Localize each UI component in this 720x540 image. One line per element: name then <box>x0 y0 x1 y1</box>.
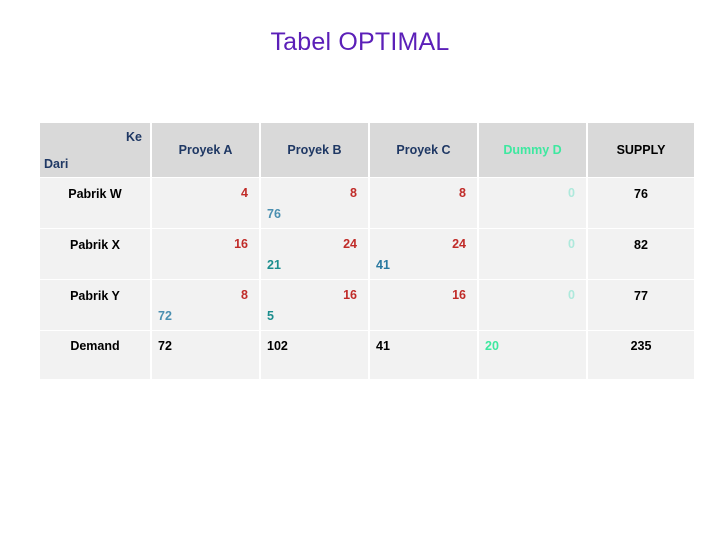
alloc-y-b: 5 <box>267 309 274 323</box>
supply-cell-w: 76 <box>588 178 694 228</box>
row-label-x: Pabrik X <box>69 238 121 252</box>
cell-inner-y-c: 16 <box>370 280 477 330</box>
header-label-proyek-b: Proyek B <box>287 143 342 157</box>
transportation-table-container: Ke Dari Proyek A Proyek B Proyek C Dummy… <box>38 122 694 380</box>
cell-w-a: 4 <box>152 178 259 228</box>
supply-value-y: 77 <box>634 289 648 303</box>
page-title: Tabel OPTIMAL <box>270 28 450 56</box>
demand-value-a: 72 <box>158 339 172 353</box>
supply-value-w: 76 <box>634 187 648 201</box>
cost-x-c: 24 <box>452 237 466 251</box>
cell-inner-x-d: 0 <box>479 229 586 279</box>
slide-canvas: Tabel OPTIMAL Ke Dari Proyek A Proyek B … <box>0 0 720 540</box>
cell-y-d: 0 <box>479 280 586 330</box>
alloc-y-a: 72 <box>158 309 172 323</box>
transportation-table: Ke Dari Proyek A Proyek B Proyek C Dummy… <box>38 122 696 380</box>
cell-w-d: 0 <box>479 178 586 228</box>
cell-x-a: 16 <box>152 229 259 279</box>
header-label-supply: SUPPLY <box>616 143 666 157</box>
row-label-cell-x: Pabrik X <box>40 229 150 279</box>
cell-inner-x-c: 24 41 <box>370 229 477 279</box>
cost-y-a: 8 <box>241 288 248 302</box>
cost-y-c: 16 <box>452 288 466 302</box>
header-col-proyek-b: Proyek B <box>261 123 368 177</box>
cell-inner-x-a: 16 <box>152 229 259 279</box>
demand-total-cell: 235 <box>588 331 694 379</box>
cell-inner-y-a: 8 72 <box>152 280 259 330</box>
cell-y-b: 16 5 <box>261 280 368 330</box>
cell-inner-x-b: 24 21 <box>261 229 368 279</box>
cost-w-c: 8 <box>459 186 466 200</box>
header-label-proyek-c: Proyek C <box>396 143 451 157</box>
cost-x-b: 24 <box>343 237 357 251</box>
row-label-cell-w: Pabrik W <box>40 178 150 228</box>
table-row: Pabrik Y 8 72 16 5 16 0 77 <box>40 280 694 330</box>
demand-label: Demand <box>70 339 120 353</box>
supply-value-x: 82 <box>634 238 648 252</box>
cost-x-d: 0 <box>568 237 575 251</box>
cell-inner-y-d: 0 <box>479 280 586 330</box>
cost-y-d: 0 <box>568 288 575 302</box>
header-col-proyek-c: Proyek C <box>370 123 477 177</box>
cell-w-b: 8 76 <box>261 178 368 228</box>
cell-w-c: 8 <box>370 178 477 228</box>
cost-w-a: 4 <box>241 186 248 200</box>
demand-total-value: 235 <box>630 339 652 353</box>
header-col-supply: SUPPLY <box>588 123 694 177</box>
cell-y-a: 8 72 <box>152 280 259 330</box>
demand-cell-d: 20 <box>479 331 586 379</box>
corner-dari-label: Dari <box>44 157 69 171</box>
corner-ke-label: Ke <box>126 130 142 144</box>
supply-cell-x: 82 <box>588 229 694 279</box>
alloc-w-b: 76 <box>267 207 281 221</box>
cell-inner-w-a: 4 <box>152 178 259 228</box>
demand-value-d: 20 <box>485 339 499 353</box>
cost-x-a: 16 <box>234 237 248 251</box>
alloc-x-b: 21 <box>267 258 281 272</box>
header-label-dummy-d: Dummy D <box>503 143 562 157</box>
cost-y-b: 16 <box>343 288 357 302</box>
cell-x-c: 24 41 <box>370 229 477 279</box>
row-label-y: Pabrik Y <box>70 289 120 303</box>
cell-y-c: 16 <box>370 280 477 330</box>
cell-inner-y-b: 16 5 <box>261 280 368 330</box>
row-label-cell-y: Pabrik Y <box>40 280 150 330</box>
cost-w-d: 0 <box>568 186 575 200</box>
cell-x-d: 0 <box>479 229 586 279</box>
cell-inner-w-b: 8 76 <box>261 178 368 228</box>
cell-x-b: 24 21 <box>261 229 368 279</box>
cost-w-b: 8 <box>350 186 357 200</box>
demand-label-cell: Demand <box>40 331 150 379</box>
supply-cell-y: 77 <box>588 280 694 330</box>
row-label-w: Pabrik W <box>68 187 122 201</box>
table-demand-row: Demand 72 102 41 20 235 <box>40 331 694 379</box>
header-col-dummy-d: Dummy D <box>479 123 586 177</box>
table-row: Pabrik W 4 8 76 8 0 76 <box>40 178 694 228</box>
header-label-proyek-a: Proyek A <box>178 143 233 157</box>
demand-cell-a: 72 <box>152 331 259 379</box>
cell-inner-w-c: 8 <box>370 178 477 228</box>
cell-inner-w-d: 0 <box>479 178 586 228</box>
table-header-row: Ke Dari Proyek A Proyek B Proyek C Dummy… <box>40 123 694 177</box>
corner-inner: Ke Dari <box>40 123 150 177</box>
header-corner-cell: Ke Dari <box>40 123 150 177</box>
header-col-proyek-a: Proyek A <box>152 123 259 177</box>
alloc-x-c: 41 <box>376 258 390 272</box>
demand-value-c: 41 <box>376 339 390 353</box>
demand-value-b: 102 <box>267 339 288 353</box>
table-row: Pabrik X 16 24 21 24 41 0 82 <box>40 229 694 279</box>
demand-cell-b: 102 <box>261 331 368 379</box>
demand-cell-c: 41 <box>370 331 477 379</box>
